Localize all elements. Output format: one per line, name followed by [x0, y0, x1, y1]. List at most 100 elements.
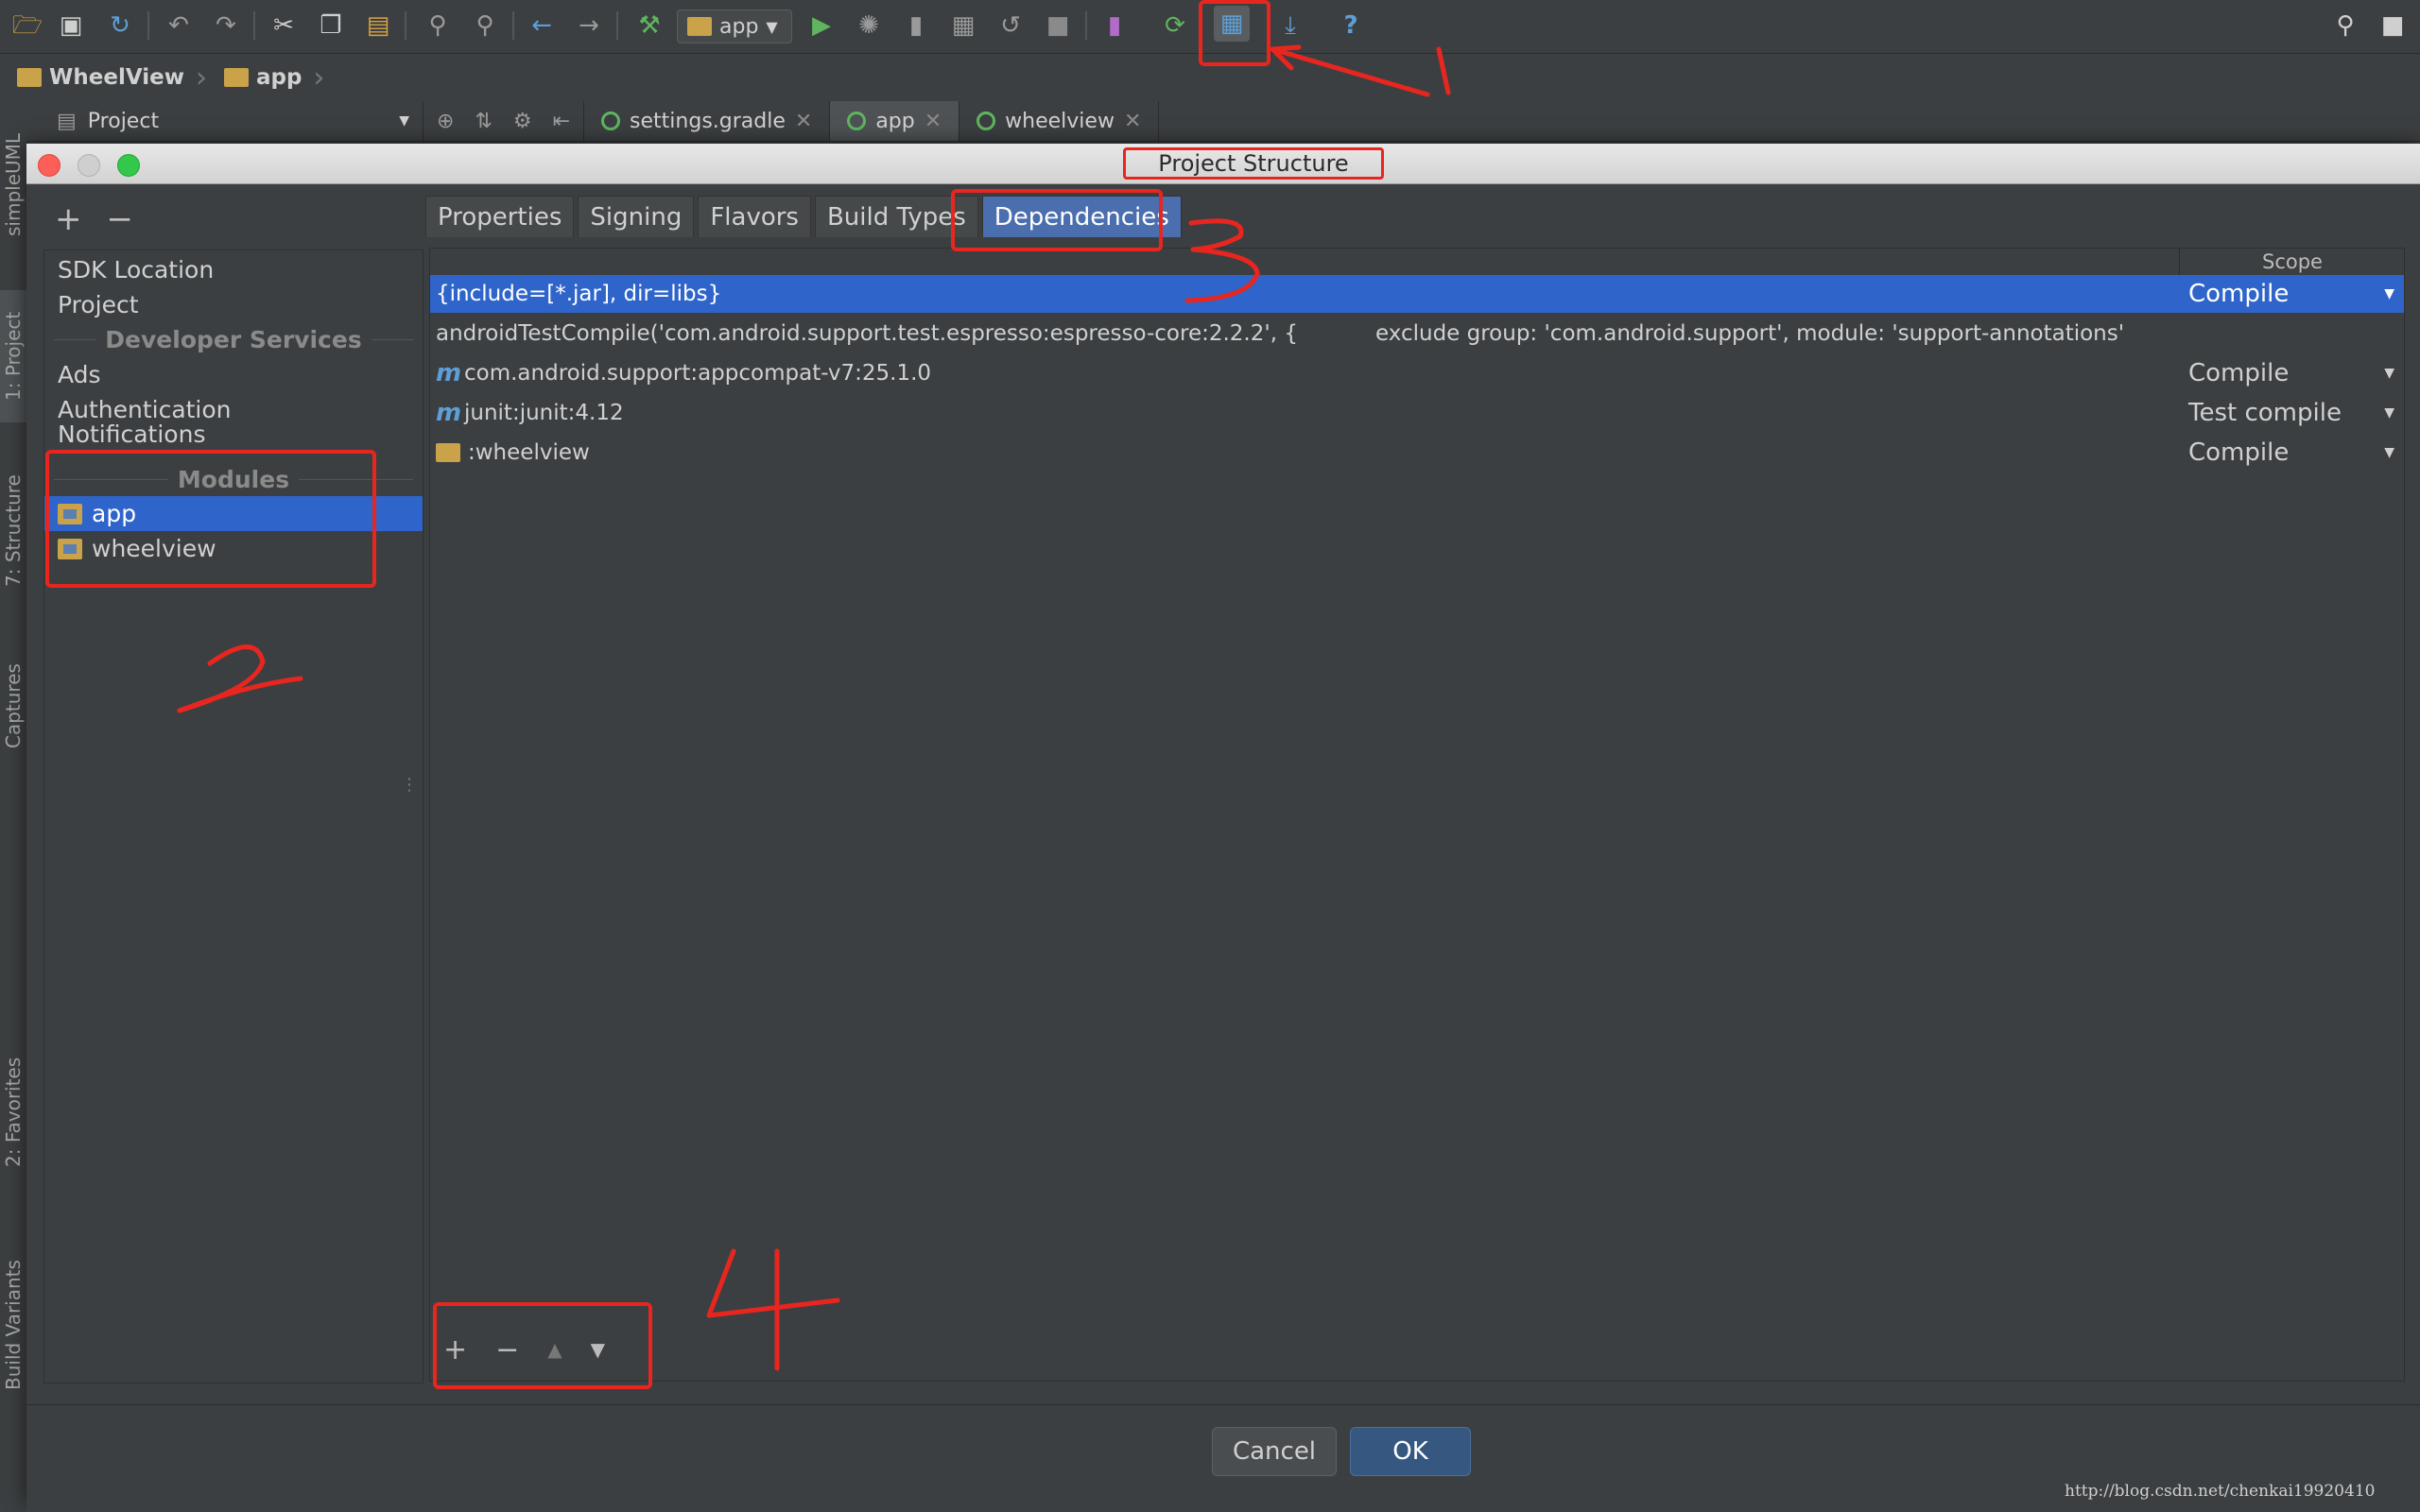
tool-window-build-variants[interactable]: Build Variants	[0, 1245, 26, 1405]
list-item-sdk-location[interactable]: SDK Location	[44, 252, 423, 287]
list-item-notifications[interactable]: Notifications	[44, 421, 423, 443]
gear-icon[interactable]: ⚙	[513, 110, 532, 133]
debug-icon[interactable]: ✺	[853, 9, 885, 42]
breadcrumb-module-label: app	[255, 65, 302, 90]
editor-tab-app[interactable]: app ✕	[830, 101, 960, 141]
annotation-box-table-actions	[433, 1302, 652, 1389]
dependency-name: :wheelview	[468, 440, 590, 465]
dependency-name: junit:junit:4.12	[464, 401, 624, 425]
replace-icon[interactable]: ⚲	[469, 9, 501, 42]
ok-button[interactable]: OK	[1350, 1427, 1471, 1476]
gradle-sync-icon[interactable]: ⟳	[1159, 9, 1191, 42]
gradle-file-icon	[601, 112, 621, 130]
table-row[interactable]: :wheelview Compile ▼	[430, 434, 2404, 472]
help-icon[interactable]: ?	[1335, 9, 1367, 42]
project-structure-dialog: Project Structure + − SDK Location Proje…	[26, 144, 2420, 1504]
tool-window-favorites[interactable]: 2: Favorites	[0, 1046, 26, 1178]
add-icon[interactable]: +	[55, 200, 82, 238]
annotation-box-toolbar	[1199, 0, 1270, 66]
project-pane-selector[interactable]: ▤ Project ▼	[26, 101, 424, 141]
scope-value: Compile	[2188, 438, 2290, 467]
run-icon[interactable]: ▶	[805, 9, 838, 42]
paste-icon[interactable]: ▤	[362, 9, 394, 42]
search-icon[interactable]: ⚲	[2329, 9, 2361, 42]
tab-flavors[interactable]: Flavors	[698, 196, 811, 237]
apply-changes-icon[interactable]: ↺	[994, 9, 1027, 42]
list-item-project[interactable]: Project	[44, 287, 423, 322]
build-hammer-icon[interactable]: ⚒	[633, 9, 666, 42]
dependency-name: androidTestCompile('com.android.support.…	[436, 321, 1298, 346]
breadcrumb-module[interactable]: app	[207, 54, 313, 101]
cut-icon[interactable]: ✂	[268, 9, 300, 42]
dependency-name: com.android.support:appcompat-v7:25.1.0	[464, 361, 932, 386]
find-icon[interactable]: ⚲	[422, 9, 454, 42]
run-config-label: app	[719, 14, 759, 39]
editor-tab-wheelview[interactable]: wheelview ✕	[959, 101, 1160, 141]
scope-dropdown[interactable]: Test compile ▼	[2188, 399, 2394, 427]
chevron-down-icon: ▼	[766, 17, 778, 36]
user-icon[interactable]: ■	[2377, 9, 2409, 42]
tool-window-captures[interactable]: Captures	[0, 649, 26, 763]
tool-window-simpleuml[interactable]: simpleUML	[0, 118, 26, 250]
chevron-down-icon: ▼	[2384, 405, 2394, 421]
scope-value: Test compile	[2188, 399, 2342, 427]
scope-value: Compile	[2188, 280, 2290, 308]
status-bar	[26, 1504, 2420, 1512]
locate-icon[interactable]: ⊕	[437, 110, 454, 133]
open-folder-icon[interactable]: 🗁	[11, 9, 43, 42]
list-item-ads[interactable]: Ads	[44, 357, 423, 392]
zoom-window-button[interactable]	[117, 154, 140, 177]
avd-manager-icon[interactable]: ▮	[1098, 9, 1131, 42]
tool-window-structure[interactable]: 7: Structure	[0, 460, 26, 602]
sdk-manager-icon[interactable]: ⤓	[1274, 9, 1306, 42]
copy-icon[interactable]: ❐	[315, 9, 347, 42]
close-icon[interactable]: ✕	[795, 110, 812, 133]
scope-dropdown[interactable]: Compile ▼	[2188, 438, 2394, 467]
table-row[interactable]: m com.android.support:appcompat-v7:25.1.0…	[430, 354, 2404, 392]
attach-debugger-icon[interactable]: ▦	[947, 9, 979, 42]
hide-icon[interactable]: ⇤	[553, 110, 570, 133]
run-configuration-dropdown[interactable]: app ▼	[677, 9, 792, 43]
tool-window-project[interactable]: 1: Project	[0, 290, 26, 422]
table-header: Scope	[430, 249, 2404, 276]
scope-column-header[interactable]: Scope	[2179, 249, 2405, 275]
save-icon[interactable]: ▣	[55, 9, 87, 42]
maven-icon: m	[436, 359, 462, 387]
scope-dropdown[interactable]: Compile ▼	[2188, 280, 2394, 308]
cancel-button[interactable]: Cancel	[1212, 1427, 1337, 1476]
sync-icon[interactable]: ↻	[104, 9, 136, 42]
remove-icon[interactable]: −	[107, 200, 134, 238]
developer-services-header: Developer Services	[44, 322, 423, 357]
chevron-down-icon: ▼	[2384, 366, 2394, 381]
splitter-handle[interactable]: ⋮	[401, 775, 418, 803]
editor-tab-settings-gradle[interactable]: settings.gradle ✕	[584, 101, 831, 141]
configuration-list: SDK Location Project Developer Services …	[43, 249, 424, 1383]
undo-icon[interactable]: ↶	[163, 9, 195, 42]
close-icon[interactable]: ✕	[925, 110, 942, 133]
left-tool-window-strip: simpleUML 1: Project 7: Structure Captur…	[0, 101, 27, 1512]
back-icon[interactable]: ←	[526, 9, 558, 42]
minimize-window-button[interactable]	[78, 154, 100, 177]
forward-icon[interactable]: →	[573, 9, 605, 42]
table-row[interactable]: androidTestCompile('com.android.support.…	[430, 315, 2404, 352]
close-window-button[interactable]	[38, 154, 60, 177]
breadcrumb-root[interactable]: WheelView	[0, 54, 196, 101]
stop-icon[interactable]: ■	[1042, 9, 1074, 42]
chevron-down-icon: ▼	[2384, 286, 2394, 301]
tab-signing[interactable]: Signing	[578, 196, 695, 237]
collapse-icon[interactable]: ⇅	[475, 110, 492, 133]
project-pane-label: Project	[87, 109, 160, 133]
table-row[interactable]: m junit:junit:4.12 Test compile ▼	[430, 394, 2404, 432]
chevron-down-icon: ▼	[399, 113, 409, 129]
tab-properties[interactable]: Properties	[425, 196, 575, 237]
gradle-file-icon	[977, 112, 996, 130]
scope-dropdown[interactable]: Compile ▼	[2188, 359, 2394, 387]
left-list-actions: + −	[55, 200, 133, 238]
watermark: http://blog.csdn.net/chenkai19920410	[2065, 1482, 2376, 1501]
dependencies-table: Scope {include=[*.jar], dir=libs} Compil…	[429, 248, 2405, 1382]
annotation-box-dependencies-tab	[951, 189, 1163, 251]
table-row[interactable]: {include=[*.jar], dir=libs} Compile ▼	[430, 275, 2404, 313]
close-icon[interactable]: ✕	[1124, 110, 1141, 133]
redo-icon[interactable]: ↷	[210, 9, 242, 42]
profile-icon[interactable]: ▮	[900, 9, 932, 42]
